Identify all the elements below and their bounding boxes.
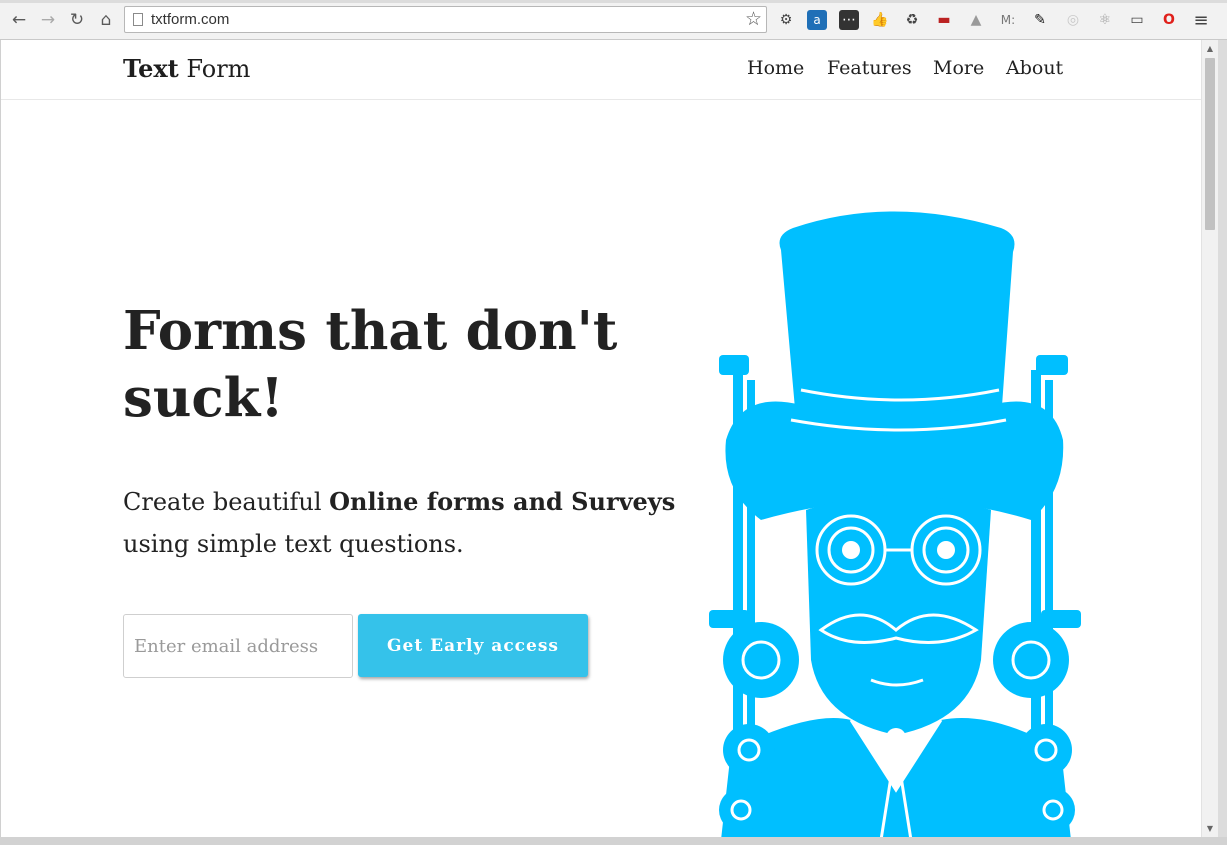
browser-toolbar: ← → ↻ ⌂ txtform.com ☆ ⚙ a ⋯ 👍 ♻ ▬ ▲ M: ✎…	[0, 0, 1227, 40]
address-url[interactable]: txtform.com	[151, 11, 229, 28]
window-frame-right	[1218, 40, 1227, 845]
scroll-down-arrow-icon[interactable]: ▼	[1205, 824, 1215, 833]
amazon-icon[interactable]: a	[807, 10, 827, 30]
scrollbar-thumb[interactable]	[1205, 58, 1215, 230]
nav-features[interactable]: Features	[827, 57, 912, 79]
nav-more[interactable]: More	[933, 57, 984, 79]
nav-about[interactable]: About	[1006, 57, 1063, 79]
dots-icon[interactable]: ⋯	[839, 10, 859, 30]
page-viewport: Text Form Home Features More About Forms…	[0, 40, 1201, 837]
opera-icon[interactable]: O	[1159, 10, 1179, 30]
recycle-icon[interactable]: ♻	[902, 10, 922, 30]
back-arrow-icon[interactable]: ←	[8, 9, 30, 31]
home-icon[interactable]: ⌂	[95, 9, 117, 31]
subheading-prefix: Create beautiful	[123, 488, 330, 516]
circle-icon[interactable]: ◎	[1063, 10, 1083, 30]
mask-icon[interactable]: ▬	[934, 10, 954, 30]
cast-icon[interactable]: ▭	[1127, 10, 1147, 30]
email-input[interactable]	[123, 614, 353, 678]
window-frame-bottom	[0, 837, 1227, 845]
brand-bold: Text	[123, 54, 179, 83]
subheading-suffix: using simple text questions.	[123, 530, 464, 558]
bookmark-star-icon[interactable]: ☆	[745, 8, 762, 30]
headline-line-1: Forms that don't	[123, 300, 618, 362]
gear-icon[interactable]: ⚙	[776, 10, 796, 30]
hero-headline: Forms that don't suck!	[123, 298, 643, 432]
vertical-scrollbar[interactable]: ▲ ▼	[1201, 40, 1218, 837]
steampunk-gentleman-illustration	[709, 211, 1081, 837]
site-header: Text Form Home Features More About	[1, 40, 1201, 100]
scroll-up-arrow-icon[interactable]: ▲	[1205, 44, 1215, 53]
nav-home[interactable]: Home	[747, 57, 804, 79]
headline-line-2: suck!	[123, 367, 284, 429]
tab-strip	[0, 0, 1227, 3]
brand-light: Form	[186, 55, 251, 83]
flag-icon[interactable]: ✎	[1030, 10, 1050, 30]
hero-subheading: Create beautiful Online forms and Survey…	[123, 481, 683, 565]
m-icon[interactable]: M:	[998, 10, 1018, 30]
thumbs-up-icon[interactable]: 👍	[870, 10, 890, 30]
site-logo[interactable]: Text Form	[123, 54, 250, 83]
subheading-bold: Online forms and Surveys	[329, 487, 676, 516]
page-icon	[133, 13, 143, 26]
atom-icon[interactable]: ⚛	[1095, 10, 1115, 30]
menu-icon[interactable]: ≡	[1191, 10, 1211, 31]
get-early-access-button[interactable]: Get Early access	[358, 614, 588, 677]
address-bar[interactable]: txtform.com ☆	[124, 6, 767, 33]
drive-icon[interactable]: ▲	[966, 10, 986, 30]
forward-arrow-icon[interactable]: →	[37, 9, 59, 31]
reload-icon[interactable]: ↻	[66, 9, 88, 31]
